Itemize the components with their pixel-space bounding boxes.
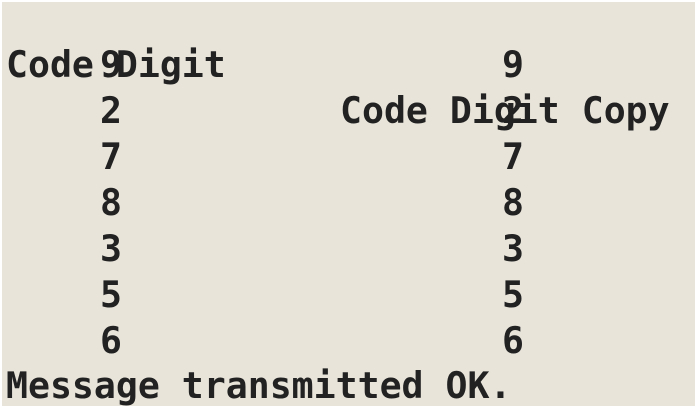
code-digit-copy-cell: 8 [502, 181, 524, 224]
code-digit-copy-cell: 6 [502, 319, 524, 362]
table-row: 3 3 [2, 226, 695, 272]
code-digit-cell: 8 [100, 181, 122, 224]
code-digit-cell: 9 [100, 43, 122, 86]
table-header: Code Digit Code Digit Copy [6, 2, 670, 132]
code-digit-copy-cell: 9 [502, 43, 524, 86]
code-digit-cell: 6 [100, 319, 122, 362]
code-digit-copy-cell: 2 [502, 89, 524, 132]
code-digit-cell: 3 [100, 227, 122, 270]
code-digit-cell: 2 [100, 89, 122, 132]
code-digit-copy-cell: 5 [502, 273, 524, 316]
code-digit-copy-cell: 7 [502, 135, 524, 178]
table-row: 5 5 [2, 272, 695, 318]
code-digit-cell: 7 [100, 135, 122, 178]
code-digit-copy-cell: 3 [502, 227, 524, 270]
table-row: 9 9 [2, 42, 695, 88]
table-row: 8 8 [2, 180, 695, 226]
table-row: 2 2 [2, 88, 695, 134]
table-row: 7 7 [2, 134, 695, 180]
console-output: Code Digit Code Digit Copy 9 9 2 2 7 7 8… [2, 2, 695, 406]
code-digit-cell: 5 [100, 273, 122, 316]
table-row: 6 6 [2, 318, 695, 364]
status-message: Message transmitted OK. [6, 364, 512, 406]
